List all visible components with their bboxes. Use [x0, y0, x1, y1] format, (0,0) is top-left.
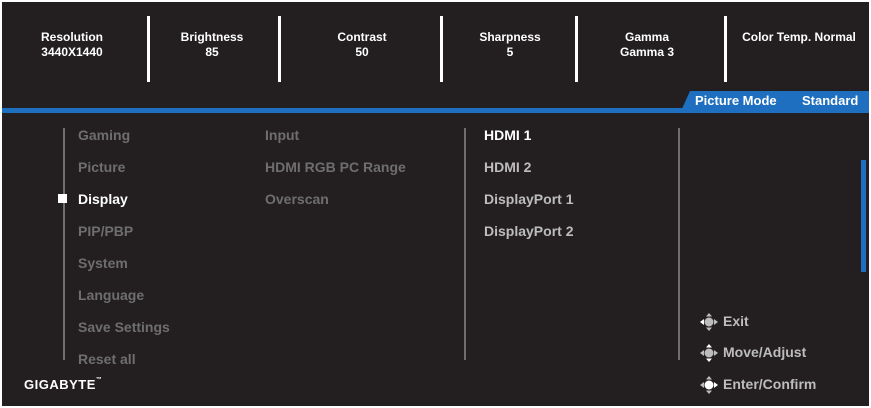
exit-hint-label: Exit — [723, 313, 749, 329]
gamma-label: Gamma — [624, 30, 670, 44]
scroll-indicator — [861, 160, 866, 272]
color-temp-info: Color Temp. Normal — [734, 30, 864, 45]
resolution-label: Resolution — [41, 30, 103, 44]
right-divider — [678, 128, 680, 360]
contrast-value: 50 — [355, 45, 369, 59]
menu-item-system[interactable]: System — [78, 255, 128, 271]
menu-item-display[interactable]: Display — [78, 191, 128, 207]
submenu-item-overscan[interactable]: Overscan — [265, 191, 329, 207]
logo-text: GIGABYTE — [24, 377, 96, 392]
joystick-icon — [700, 313, 718, 331]
menu-item-pip-pbp[interactable]: PIP/PBP — [78, 223, 133, 239]
input-divider — [464, 128, 466, 360]
submenu-item-input[interactable]: Input — [265, 127, 299, 143]
menu-item-save-settings[interactable]: Save Settings — [78, 319, 170, 335]
brightness-info: Brightness 85 — [162, 30, 262, 60]
gamma-info: Gamma Gamma 3 — [597, 30, 697, 60]
resolution-value: 3440X1440 — [41, 45, 103, 59]
input-option-displayport-2[interactable]: DisplayPort 2 — [484, 223, 573, 239]
color-temp-label: Color Temp. Normal — [742, 30, 856, 44]
trademark-mark: ™ — [95, 377, 103, 383]
sharpness-info: Sharpness 5 — [460, 30, 560, 60]
header-divider — [278, 16, 281, 82]
picture-mode-value: Standard — [802, 93, 859, 108]
move-adjust-hint-label: Move/Adjust — [723, 344, 807, 360]
resolution-info: Resolution 3440X1440 — [22, 30, 122, 60]
menu-item-language[interactable]: Language — [78, 287, 144, 303]
menu-item-gaming[interactable]: Gaming — [78, 127, 130, 143]
brightness-value: 85 — [205, 45, 219, 59]
brightness-label: Brightness — [180, 30, 244, 44]
header-accent-bar — [2, 108, 869, 113]
gamma-value: Gamma 3 — [619, 45, 675, 59]
picture-mode-label: Picture Mode — [695, 93, 777, 108]
header-divider — [440, 16, 443, 82]
header-divider — [575, 16, 578, 82]
gigabyte-logo: GIGABYTE™ — [24, 377, 102, 392]
contrast-label: Contrast — [337, 30, 387, 44]
joystick-icon — [700, 344, 718, 362]
contrast-info: Contrast 50 — [312, 30, 412, 60]
monitor-osd: Resolution 3440X1440 Brightness 85 Contr… — [2, 2, 869, 406]
menu-item-picture[interactable]: Picture — [78, 159, 125, 175]
submenu-item-hdmi-rgb-pc-range[interactable]: HDMI RGB PC Range — [265, 159, 406, 175]
header-divider — [147, 16, 150, 82]
input-option-hdmi-2[interactable]: HDMI 2 — [484, 159, 531, 175]
header-divider — [724, 16, 727, 82]
input-option-hdmi-1[interactable]: HDMI 1 — [484, 127, 531, 143]
input-option-displayport-1[interactable]: DisplayPort 1 — [484, 191, 573, 207]
selection-indicator — [58, 194, 67, 203]
enter-confirm-hint-label: Enter/Confirm — [723, 376, 817, 392]
menu-divider — [63, 128, 65, 360]
menu-item-reset-all[interactable]: Reset all — [78, 351, 136, 367]
joystick-icon — [700, 376, 718, 394]
sharpness-label: Sharpness — [479, 30, 541, 44]
sharpness-value: 5 — [506, 45, 514, 59]
